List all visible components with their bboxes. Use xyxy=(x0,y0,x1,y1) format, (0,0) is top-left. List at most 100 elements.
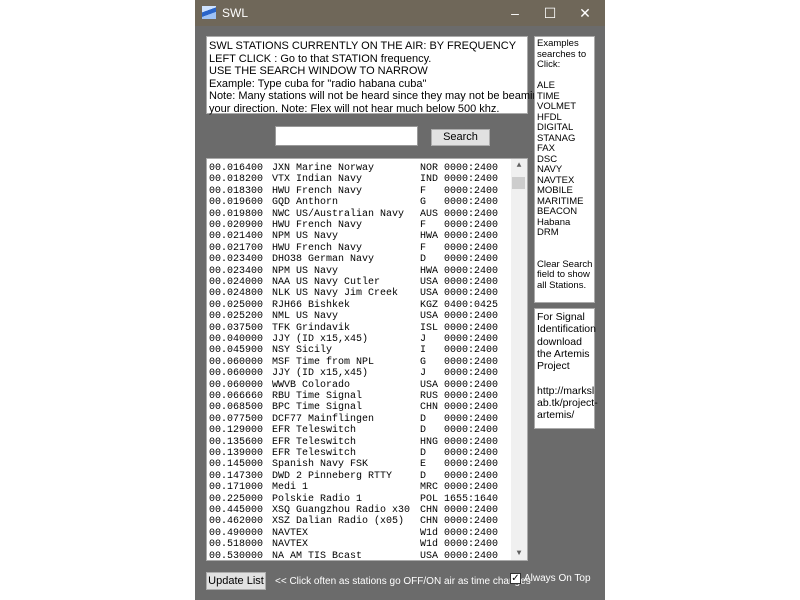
station-name: Spanish Navy FSK xyxy=(272,459,369,471)
example-item[interactable]: ALE xyxy=(537,80,592,92)
station-frequency: 00.147300 xyxy=(209,470,264,482)
station-name: NAVTEX xyxy=(272,527,309,539)
station-hours: 0000:2400 xyxy=(444,197,499,209)
station-name: EFR Teleswitch xyxy=(272,436,357,448)
station-name: GQD Anthorn xyxy=(272,197,339,209)
station-name: RBU Time Signal xyxy=(272,391,363,402)
scroll-up-icon[interactable]: ▲ xyxy=(511,161,527,170)
station-frequency: 00.037500 xyxy=(209,322,264,334)
station-hours: 0000:2400 xyxy=(444,345,499,357)
station-country: ISL xyxy=(420,322,439,334)
scrollbar-thumb[interactable] xyxy=(512,177,525,189)
station-hours: 0000:2400 xyxy=(444,516,499,528)
title-bar[interactable]: SWL – ☐ ✕ xyxy=(195,0,605,26)
station-frequency: 00.021400 xyxy=(209,231,264,243)
station-frequency: 00.066660 xyxy=(209,391,264,402)
station-country: USA xyxy=(420,311,439,323)
minimize-button[interactable]: – xyxy=(497,0,533,26)
station-hours: 0000:2400 xyxy=(444,391,499,402)
scroll-down-icon[interactable]: ▼ xyxy=(511,549,527,558)
artemis-line: Identification xyxy=(537,323,596,336)
station-country: USA xyxy=(420,550,439,561)
search-input[interactable] xyxy=(275,126,418,146)
station-hours: 0000:2400 xyxy=(444,220,499,231)
station-frequency: 00.018300 xyxy=(209,185,264,197)
station-hours: 0000:2400 xyxy=(444,163,499,174)
station-hours: 0000:2400 xyxy=(444,174,499,186)
station-name: NML US Navy xyxy=(272,311,339,323)
station-hours: 1655:1640 xyxy=(444,493,499,505)
station-name: DHO38 German Navy xyxy=(272,254,375,266)
example-item[interactable]: DIGITAL xyxy=(537,122,592,134)
update-list-button[interactable]: Update List xyxy=(206,572,266,590)
station-frequency: 00.025200 xyxy=(209,311,264,323)
scrollbar[interactable]: ▲ ▼ xyxy=(511,159,527,560)
always-on-top-label[interactable]: Always On Top xyxy=(524,573,591,584)
station-hours: 0000:2400 xyxy=(444,277,499,288)
example-item[interactable]: DRM xyxy=(537,227,592,239)
example-item: field to show xyxy=(537,269,590,280)
app-icon xyxy=(202,6,216,19)
station-frequency: 00.045900 xyxy=(209,345,264,357)
station-hours: 0000:2400 xyxy=(444,436,499,448)
close-button[interactable]: ✕ xyxy=(567,0,603,26)
station-country: F xyxy=(420,185,427,197)
always-on-top-checkbox[interactable]: ✓ xyxy=(510,573,521,584)
station-frequency: 00.445000 xyxy=(209,505,264,516)
maximize-button[interactable]: ☐ xyxy=(532,0,568,26)
station-country: CHN xyxy=(420,402,439,414)
station-name: NWC US/Australian Navy xyxy=(272,208,405,220)
station-name: HWU French Navy xyxy=(272,242,363,254)
station-name: WWVB Colorado xyxy=(272,379,351,391)
station-hours: 0000:2400 xyxy=(444,459,499,471)
example-item: all Stations. xyxy=(537,279,587,291)
example-item: Examples xyxy=(537,38,579,49)
station-hours: 0000:2400 xyxy=(444,356,499,368)
station-country: HNG xyxy=(420,436,439,448)
station-name: NSY Sicily xyxy=(272,345,333,357)
station-name: EFR Teleswitch xyxy=(272,448,357,459)
example-item[interactable]: NAVY xyxy=(537,164,592,176)
station-hours: 0000:2400 xyxy=(444,288,499,300)
station-country: HWA xyxy=(420,231,439,243)
station-name: XSQ Guangzhou Radio x30 xyxy=(272,505,411,516)
example-item[interactable]: MOBILE xyxy=(537,185,592,197)
station-frequency: 00.135600 xyxy=(209,436,264,448)
station-hours: 0000:2400 xyxy=(444,185,499,197)
window-title: SWL xyxy=(222,6,249,20)
station-country: F xyxy=(420,242,427,254)
station-name: HWU French Navy xyxy=(272,185,363,197)
station-frequency: 00.020900 xyxy=(209,220,264,231)
station-hours: 0000:2400 xyxy=(444,379,499,391)
station-frequency: 00.060000 xyxy=(209,368,264,380)
station-country: D xyxy=(420,254,427,266)
example-item[interactable]: VOLMET xyxy=(537,101,592,113)
station-country: D xyxy=(420,470,427,482)
station-country: USA xyxy=(420,288,439,300)
example-item[interactable]: BEACON xyxy=(537,206,592,218)
station-country: G xyxy=(420,356,427,368)
station-country: USA xyxy=(420,379,439,391)
station-hours: 0000:2400 xyxy=(444,527,499,539)
station-frequency: 00.225000 xyxy=(209,493,264,505)
station-frequency: 00.129000 xyxy=(209,425,264,437)
station-frequency: 00.024000 xyxy=(209,277,264,288)
station-country: J xyxy=(420,334,427,345)
artemis-line: the Artemis xyxy=(537,347,590,360)
artemis-line: artemis/ xyxy=(537,409,575,422)
station-hours: 0000:2400 xyxy=(444,448,499,459)
station-frequency: 00.462000 xyxy=(209,516,264,528)
station-frequency: 00.518000 xyxy=(209,539,264,551)
example-item[interactable]: FAX xyxy=(537,143,592,155)
station-country: F xyxy=(420,220,427,231)
station-frequency: 00.019600 xyxy=(209,197,264,209)
station-list[interactable]: ▲ ▼ 00.016400 JXN Marine Norway NOR 0000:24… xyxy=(206,158,528,561)
station-frequency: 00.068500 xyxy=(209,402,264,414)
search-button[interactable]: Search xyxy=(431,129,490,146)
station-country: J xyxy=(420,368,427,380)
station-country: AUS xyxy=(420,208,439,220)
station-country: POL xyxy=(420,493,439,505)
station-country: W1d xyxy=(420,527,439,539)
station-name: BPC Time Signal xyxy=(272,402,363,414)
